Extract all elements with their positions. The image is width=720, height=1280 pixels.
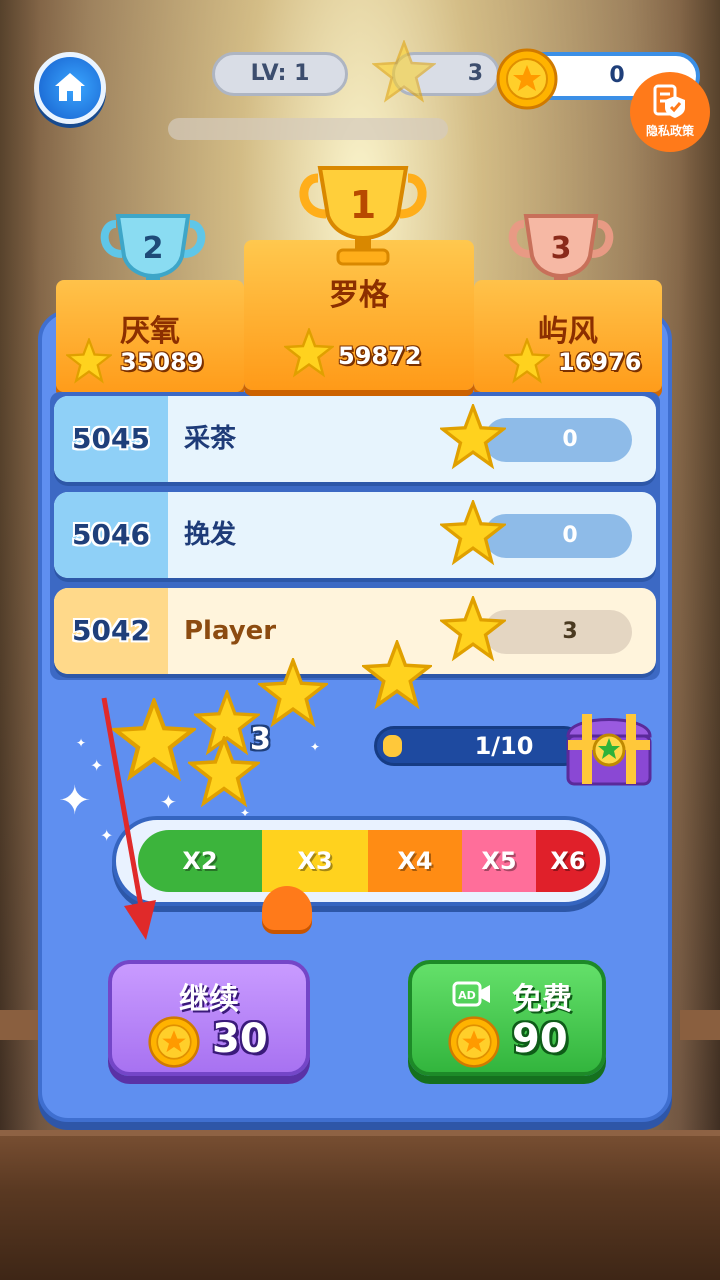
row-star-count: 0 (484, 418, 632, 462)
star-icon (440, 404, 506, 470)
continue-cost: 30 (212, 1016, 268, 1062)
row-player-name: 挽发 (184, 520, 237, 550)
multiplier-bar: X2 X3 X4 X5 X6 (112, 816, 610, 906)
multiplier-segment-x5: X5 (462, 830, 536, 892)
flying-star-icon (362, 640, 432, 710)
sparkle-icon: ✦ (76, 736, 87, 750)
trophy-rank-1: 1 (350, 183, 376, 227)
home-button[interactable] (34, 52, 106, 124)
leaderboard-row: 5046 挽发 0 (54, 492, 656, 578)
row-rank: 5045 (54, 396, 168, 482)
privacy-shield-icon (653, 84, 685, 118)
row-player-name: 采茶 (184, 424, 237, 454)
multiplier-segment-x3: X3 (262, 830, 368, 892)
free-reward: 90 (512, 1016, 568, 1062)
multiplier-segment-x4: X4 (368, 830, 462, 892)
treasure-chest-icon[interactable] (562, 706, 656, 790)
coin-icon (148, 1016, 200, 1068)
star-icon (284, 328, 334, 378)
privacy-policy-button[interactable]: 隐私政策 (630, 72, 710, 152)
hud-coin-icon (496, 48, 558, 110)
podium-first-name: 罗格 (329, 278, 389, 313)
privacy-label: 隐私政策 (645, 124, 694, 138)
gold-trophy-icon: 1 (299, 166, 427, 266)
free-ad-button[interactable]: AD 免费 90 (408, 960, 606, 1076)
coin-icon (448, 1016, 500, 1068)
sparkle-icon: ✦ (160, 790, 177, 814)
star-icon (504, 338, 550, 384)
podium-third: 屿风 16976 (474, 280, 662, 392)
continue-button[interactable]: 继续 30 (108, 960, 310, 1076)
podium-second-score: 35089 (120, 348, 204, 376)
ad-label: AD (458, 989, 476, 1002)
chest-progress-text: 1/10 (474, 732, 534, 760)
ad-video-icon: AD (452, 981, 490, 1007)
multiplier-segment-x6: X6 (536, 830, 600, 892)
podium-second: 厌氧 35089 (56, 280, 244, 392)
continue-label: 继续 (179, 982, 239, 1017)
podium-third-name: 屿风 (538, 314, 598, 349)
home-icon (55, 73, 85, 101)
sparkle-icon: ✦ (58, 778, 92, 824)
row-rank: 5042 (54, 588, 168, 674)
level-progress-strip (168, 118, 448, 140)
floor (0, 1130, 720, 1280)
podium-third-score: 16976 (558, 348, 642, 376)
shelf-left (0, 1010, 40, 1040)
multiplier-pointer (262, 886, 312, 930)
leaderboard-row-self: 5042 Player 3 (54, 588, 656, 674)
trophy-rank-2: 2 (143, 231, 164, 266)
leaderboard-row: 5045 采茶 0 (54, 396, 656, 482)
level-indicator: LV: 1 (212, 52, 348, 96)
earned-star-count: 3 (250, 722, 271, 757)
star-icon (66, 338, 112, 384)
star-icon (440, 596, 506, 662)
row-star-count: 0 (484, 514, 632, 558)
free-label: 免费 (512, 982, 572, 1017)
chest-progress-bar: 1/10 (374, 726, 584, 766)
star-icon (440, 500, 506, 566)
row-rank: 5046 (54, 492, 168, 578)
trophy-rank-3: 3 (551, 231, 572, 266)
flying-star-icon (258, 658, 328, 728)
row-star-count: 3 (484, 610, 632, 654)
shelf-right (680, 1010, 720, 1040)
hud-star-icon (372, 40, 436, 103)
red-arrow-icon (101, 697, 156, 940)
sparkle-icon: ✦ (310, 740, 321, 754)
podium-first-score: 59872 (338, 342, 422, 370)
